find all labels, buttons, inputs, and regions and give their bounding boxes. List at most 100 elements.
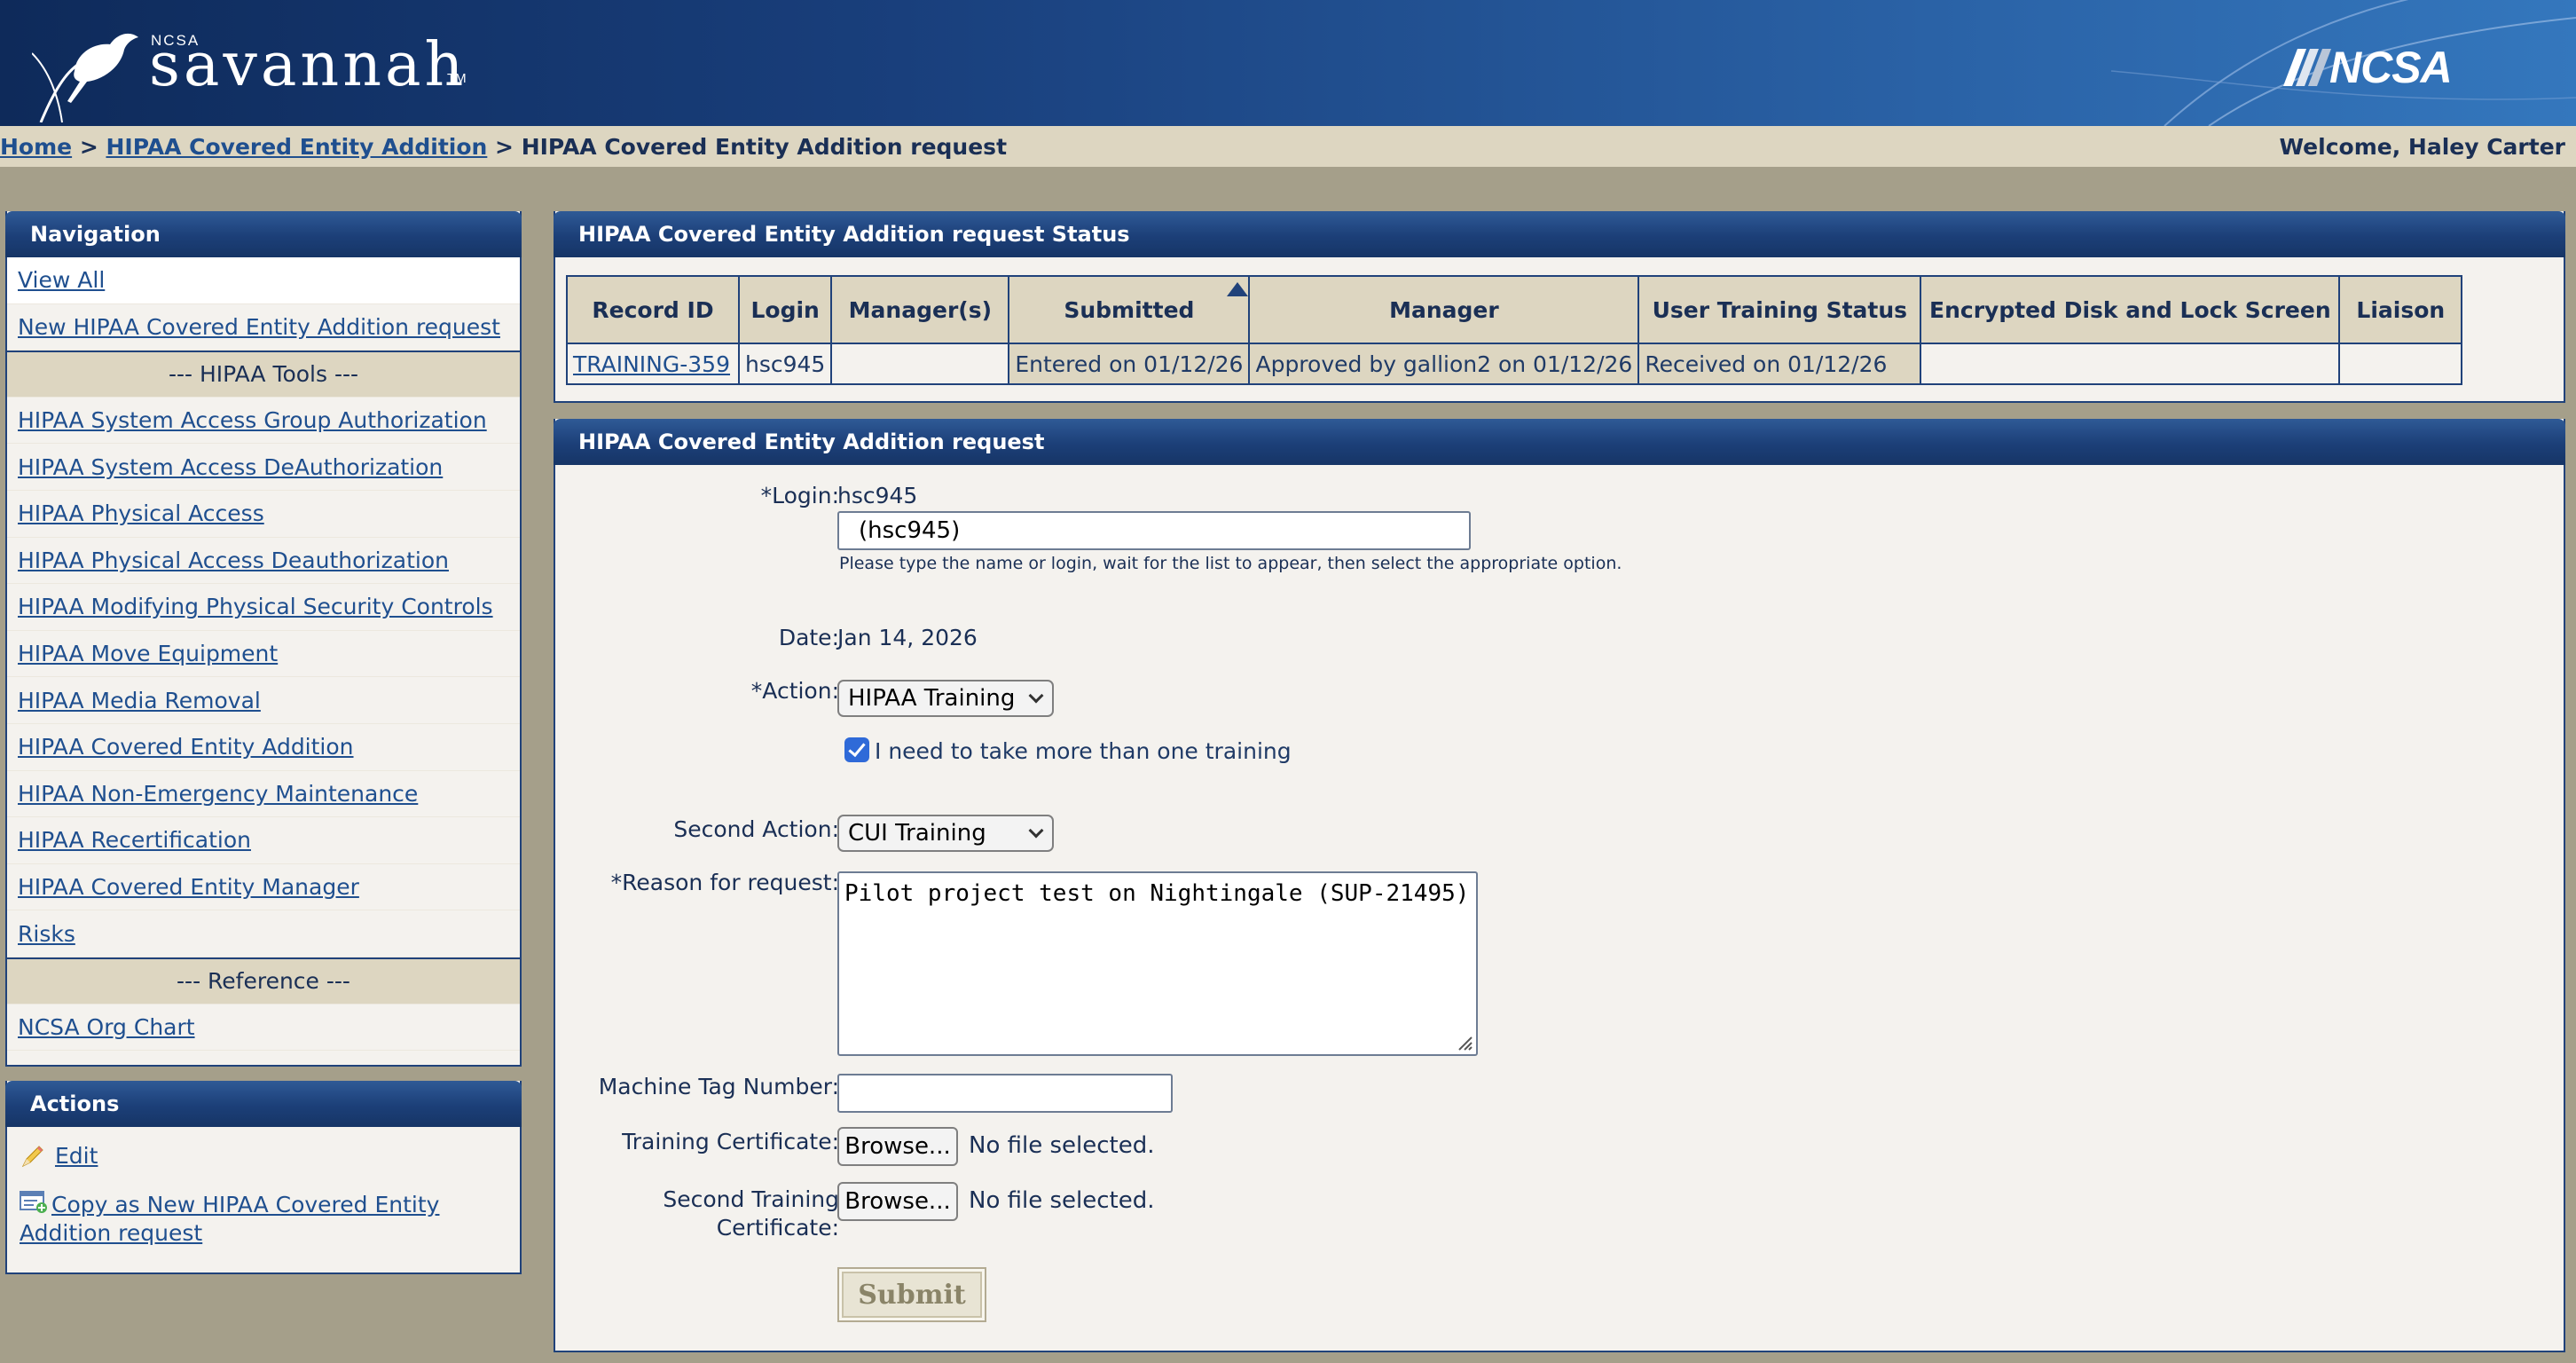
second-cert-browse-button[interactable]: Browse...: [837, 1182, 958, 1221]
nav-link[interactable]: HIPAA Non-Emergency Maintenance: [18, 781, 418, 807]
second-cert-row: Second Training Certificate:: [555, 1186, 1975, 1248]
second-cert-label-line2: Certificate:: [716, 1215, 839, 1241]
breadcrumb-home-link[interactable]: Home: [0, 134, 72, 160]
nav-link[interactable]: New HIPAA Covered Entity Addition reques…: [18, 314, 500, 340]
status-table-header-row: Record ID Login Manager(s) Submitted Man…: [566, 275, 2463, 344]
edit-action[interactable]: Edit: [7, 1127, 520, 1170]
column-header[interactable]: Login: [737, 275, 833, 344]
second-action-row: Second Action:: [555, 816, 1975, 852]
column-header[interactable]: Manager: [1248, 275, 1640, 344]
edit-link[interactable]: Edit: [55, 1143, 98, 1169]
reason-text: Pilot project test on Nightingale (SUP-2…: [844, 880, 1470, 907]
site-banner: NCSA savannah TM NCSA: [0, 0, 2576, 126]
nav-item-view-all[interactable]: View All: [7, 257, 520, 304]
copy-as-new-link[interactable]: Copy as New HIPAA Covered Entity Additio…: [20, 1192, 439, 1246]
record-id-link[interactable]: TRAINING-359: [573, 351, 730, 377]
breadcrumb-section-link[interactable]: HIPAA Covered Entity Addition: [106, 134, 487, 160]
nav-item-tool[interactable]: HIPAA Recertification: [7, 817, 520, 864]
breadcrumb-separator: >: [72, 133, 106, 160]
nav-item-tool[interactable]: HIPAA Physical Access Deauthorization: [7, 538, 520, 585]
multi-training-checkbox[interactable]: [844, 737, 869, 762]
date-label: Date:: [778, 625, 839, 650]
request-form-panel: HIPAA Covered Entity Addition request *L…: [554, 419, 2565, 1352]
record-id-cell[interactable]: TRAINING-359: [566, 343, 740, 385]
nav-link[interactable]: HIPAA System Access DeAuthorization: [18, 454, 443, 480]
copy-action[interactable]: Copy as New HIPAA Covered Entity Additio…: [7, 1170, 520, 1248]
encrypted-disk-cell: [1920, 343, 2341, 385]
training-cert-row: Training Certificate:: [555, 1129, 1975, 1164]
column-header[interactable]: Manager(s): [830, 275, 1010, 344]
reason-label: *Reason for request:: [610, 870, 839, 895]
nav-link[interactable]: HIPAA Covered Entity Addition: [18, 734, 354, 760]
breadcrumb-separator: >: [487, 133, 522, 160]
nav-item-tool[interactable]: HIPAA Non-Emergency Maintenance: [7, 771, 520, 818]
nav-link[interactable]: HIPAA Physical Access: [18, 500, 264, 526]
nav-link[interactable]: HIPAA Modifying Physical Security Contro…: [18, 594, 493, 619]
nav-link[interactable]: HIPAA System Access Group Authorization: [18, 407, 487, 433]
pencil-icon: [21, 1146, 43, 1168]
column-header[interactable]: User Training Status: [1637, 275, 1922, 344]
nav-item-new-request[interactable]: New HIPAA Covered Entity Addition reques…: [7, 304, 520, 351]
nav-link[interactable]: HIPAA Physical Access Deauthorization: [18, 548, 449, 573]
copy-form-icon: [20, 1191, 47, 1213]
nav-item-tool[interactable]: HIPAA System Access DeAuthorization: [7, 444, 520, 491]
column-header-sorted[interactable]: Submitted: [1008, 275, 1251, 344]
login-value: hsc945: [837, 483, 918, 508]
navigation-panel: Navigation View All New HIPAA Covered En…: [5, 211, 522, 1067]
date-value: Jan 14, 2026: [837, 625, 978, 650]
submitted-cell: Entered on 01/12/26: [1008, 343, 1251, 385]
nav-link[interactable]: NCSA Org Chart: [18, 1014, 195, 1040]
nav-item-reference[interactable]: NCSA Org Chart: [7, 1005, 520, 1052]
training-cert-browse-button[interactable]: Browse...: [837, 1127, 958, 1166]
nav-link[interactable]: HIPAA Covered Entity Manager: [18, 874, 359, 900]
multi-training-label: I need to take more than one training: [875, 738, 1292, 764]
second-action-label: Second Action:: [673, 816, 839, 842]
nav-item-tool[interactable]: HIPAA Physical Access: [7, 491, 520, 538]
login-hint: Please type the name or login, wait for …: [839, 554, 1622, 573]
nav-item-tool[interactable]: HIPAA Move Equipment: [7, 631, 520, 678]
nav-item-tool[interactable]: HIPAA Covered Entity Addition: [7, 724, 520, 771]
nav-item-tool[interactable]: HIPAA System Access Group Authorization: [7, 398, 520, 445]
nav-link[interactable]: HIPAA Recertification: [18, 827, 251, 853]
ncsa-mark-icon: [2283, 49, 2331, 86]
column-header[interactable]: Liaison: [2338, 275, 2463, 344]
breadcrumb-bar: Home > HIPAA Covered Entity Addition > H…: [0, 126, 2576, 167]
ncsa-logo-text: NCSA: [2329, 43, 2453, 92]
column-header[interactable]: Record ID: [566, 275, 740, 344]
nav-link[interactable]: View All: [18, 267, 105, 293]
action-select-value: HIPAA Training: [848, 685, 1016, 712]
nav-section-reference: --- Reference ---: [7, 957, 520, 1005]
nav-item-tool[interactable]: HIPAA Covered Entity Manager: [7, 864, 520, 911]
nav-item-tool[interactable]: HIPAA Modifying Physical Security Contro…: [7, 584, 520, 631]
breadcrumb-current: HIPAA Covered Entity Addition request: [521, 133, 1008, 160]
reason-textarea[interactable]: Pilot project test on Nightingale (SUP-2…: [837, 871, 1478, 1056]
nav-item-tool[interactable]: Risks: [7, 910, 520, 957]
training-cert-status: No file selected.: [969, 1132, 1155, 1159]
column-header[interactable]: Encrypted Disk and Lock Screen: [1920, 275, 2341, 344]
second-cert-status: No file selected.: [969, 1187, 1155, 1214]
status-panel: HIPAA Covered Entity Addition request St…: [554, 211, 2565, 403]
action-row: *Action:: [555, 678, 1975, 713]
nav-link[interactable]: HIPAA Media Removal: [18, 688, 261, 713]
form-title: HIPAA Covered Entity Addition request: [554, 419, 2565, 465]
nav-section-hipaa-tools: --- HIPAA Tools ---: [7, 351, 520, 398]
date-row: Date: Jan 14, 2026: [555, 625, 1975, 660]
managers-cell: [830, 343, 1010, 385]
nav-link[interactable]: HIPAA Move Equipment: [18, 641, 278, 666]
submit-button[interactable]: Submit: [837, 1267, 986, 1322]
navigation-list: View All New HIPAA Covered Entity Additi…: [7, 257, 520, 1052]
machine-tag-input[interactable]: [837, 1074, 1173, 1113]
nav-item-tool[interactable]: HIPAA Media Removal: [7, 677, 520, 724]
nav-link[interactable]: Risks: [18, 921, 75, 947]
banner-brand-title: savannah: [149, 30, 467, 100]
second-cert-label-line1: Second Training: [663, 1186, 839, 1212]
banner-trademark: TM: [447, 71, 467, 86]
chevron-down-icon: [1028, 823, 1044, 839]
sort-ascending-icon: [1227, 282, 1249, 296]
training-status-cell: Received on 01/12/26: [1637, 343, 1922, 385]
second-action-select[interactable]: CUI Training: [837, 815, 1054, 852]
training-cert-label: Training Certificate:: [622, 1129, 839, 1154]
login-input[interactable]: (hsc945): [837, 511, 1471, 550]
action-select[interactable]: HIPAA Training: [837, 680, 1054, 717]
resize-grip-icon[interactable]: [1456, 1034, 1473, 1052]
